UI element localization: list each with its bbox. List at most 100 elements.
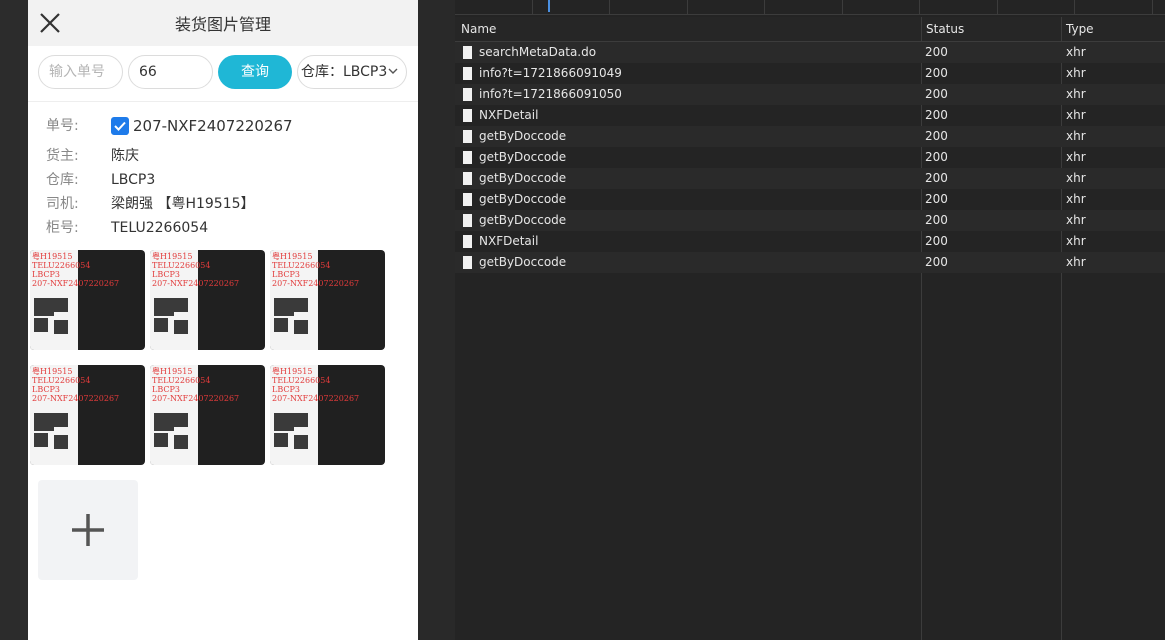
request-type: xhr [1066, 192, 1086, 206]
order-label: 单号: [46, 118, 79, 134]
column-name[interactable]: Name [461, 17, 496, 41]
request-status: 200 [925, 192, 948, 206]
screenshot-block [154, 298, 174, 316]
request-row[interactable]: getByDoccode 200 xhr [455, 168, 1165, 189]
search-bar: 66 查询 仓库：LBCP3 [28, 55, 418, 93]
timeline-tick [687, 0, 688, 14]
request-status: 200 [925, 45, 948, 59]
column-type[interactable]: Type [1066, 17, 1094, 41]
network-panel: Name Status Type searchMetaData.do 200 xhr… [455, 0, 1165, 640]
order-checkbox[interactable] [111, 117, 129, 135]
document-icon [463, 193, 472, 206]
splitter[interactable] [418, 0, 455, 640]
plus-icon [72, 514, 104, 546]
screenshot-block [174, 298, 188, 312]
timeline-tick [764, 0, 765, 14]
order-value: 207-NXF2407220267 [133, 117, 293, 135]
timeline-overview [455, 0, 1165, 15]
page-title: 装货图片管理 [174, 15, 271, 34]
document-icon [463, 235, 472, 248]
driver-value: 梁朗强 【粤H19515】 [111, 196, 255, 212]
screenshot-block [34, 318, 48, 332]
request-row[interactable]: searchMetaData.do 200 xhr [455, 42, 1165, 63]
screenshot-block [274, 318, 288, 332]
screenshot-block [54, 413, 68, 427]
document-icon [463, 88, 472, 101]
request-status: 200 [925, 234, 948, 248]
photo-thumbnail[interactable]: 粤H19515 TELU2266054 LBCP3 207-NXF2407220267 [150, 365, 265, 465]
document-icon [463, 130, 472, 143]
mobile-preview: 装货图片管理 66 查询 仓库：LBCP3 单号: 207-NXF2407220… [28, 0, 418, 640]
timeline-tick [1074, 0, 1075, 14]
warehouse-value: LBCP3 [111, 172, 156, 188]
request-status: 200 [925, 213, 948, 227]
container-value: TELU2266054 [111, 220, 209, 236]
photo-watermark: 207-NXF2407220267 [272, 279, 360, 288]
owner-value: 陈庆 [111, 148, 139, 164]
request-status: 200 [925, 150, 948, 164]
document-icon [463, 151, 472, 164]
add-photo-button[interactable] [38, 480, 138, 580]
request-name: getByDoccode [479, 192, 567, 206]
screenshot-block [294, 413, 308, 427]
screenshot-block [34, 298, 54, 316]
request-row[interactable]: getByDoccode 200 xhr [455, 252, 1165, 273]
photo-thumbnail[interactable]: 粤H19515 TELU2266054 LBCP3 207-NXF2407220267 [270, 365, 385, 465]
timeline-marker [548, 0, 550, 12]
request-type: xhr [1066, 171, 1086, 185]
request-status: 200 [925, 87, 948, 101]
screenshot-block [54, 435, 68, 449]
timeline-tick [532, 0, 533, 14]
request-type: xhr [1066, 66, 1086, 80]
document-icon [463, 46, 472, 59]
screenshot-block [274, 433, 288, 447]
request-row[interactable]: NXFDetail 200 xhr [455, 105, 1165, 126]
request-name: getByDoccode [479, 150, 567, 164]
request-row[interactable]: getByDoccode 200 xhr [455, 189, 1165, 210]
screenshot-block [274, 413, 294, 431]
request-status: 200 [925, 66, 948, 80]
owner-label: 货主: [46, 148, 79, 164]
request-row[interactable]: info?t=1721866091049 200 xhr [455, 63, 1165, 84]
photo-thumbnail[interactable]: 粤H19515 TELU2266054 LBCP3 207-NXF2407220267 [30, 250, 145, 350]
photo-watermark: 207-NXF2407220267 [152, 394, 240, 403]
screenshot-block [294, 435, 308, 449]
request-row[interactable]: getByDoccode 200 xhr [455, 147, 1165, 168]
photo-watermark: 207-NXF2407220267 [152, 279, 240, 288]
request-type: xhr [1066, 108, 1086, 122]
screenshot-block [154, 318, 168, 332]
document-icon [463, 172, 472, 185]
number-input[interactable]: 66 [128, 55, 213, 89]
photo-thumbnail[interactable]: 粤H19515 TELU2266054 LBCP3 207-NXF2407220267 [150, 250, 265, 350]
check-icon [114, 121, 126, 131]
order-number-input[interactable] [38, 55, 123, 89]
request-name: getByDoccode [479, 213, 567, 227]
photo-watermark: 207-NXF2407220267 [32, 394, 120, 403]
request-name: info?t=1721866091050 [479, 87, 622, 101]
warehouse-select[interactable]: 仓库：LBCP3 [297, 55, 407, 89]
driver-label: 司机: [46, 196, 79, 212]
request-name: searchMetaData.do [479, 45, 597, 59]
timeline-tick [1152, 0, 1153, 14]
screenshot-block [174, 320, 188, 334]
request-name: NXFDetail [479, 234, 539, 248]
document-icon [463, 109, 472, 122]
timeline-tick [997, 0, 998, 14]
request-row[interactable]: info?t=1721866091050 200 xhr [455, 84, 1165, 105]
request-row[interactable]: getByDoccode 200 xhr [455, 210, 1165, 231]
screenshot-block [34, 433, 48, 447]
photo-thumbnail[interactable]: 粤H19515 TELU2266054 LBCP3 207-NXF2407220267 [270, 250, 385, 350]
screenshot-block [174, 435, 188, 449]
chevron-down-icon [388, 68, 398, 74]
query-button[interactable]: 查询 [218, 55, 292, 89]
photo-thumbnail[interactable]: 粤H19515 TELU2266054 LBCP3 207-NXF2407220267 [30, 365, 145, 465]
request-row[interactable]: getByDoccode 200 xhr [455, 126, 1165, 147]
request-row[interactable]: NXFDetail 200 xhr [455, 231, 1165, 252]
request-name: NXFDetail [479, 108, 539, 122]
request-type: xhr [1066, 234, 1086, 248]
timeline-tick [919, 0, 920, 14]
document-icon [463, 67, 472, 80]
column-status[interactable]: Status [926, 17, 964, 41]
column-header: Name Status Type [455, 17, 1165, 42]
warehouse-label: 仓库: [46, 172, 79, 188]
